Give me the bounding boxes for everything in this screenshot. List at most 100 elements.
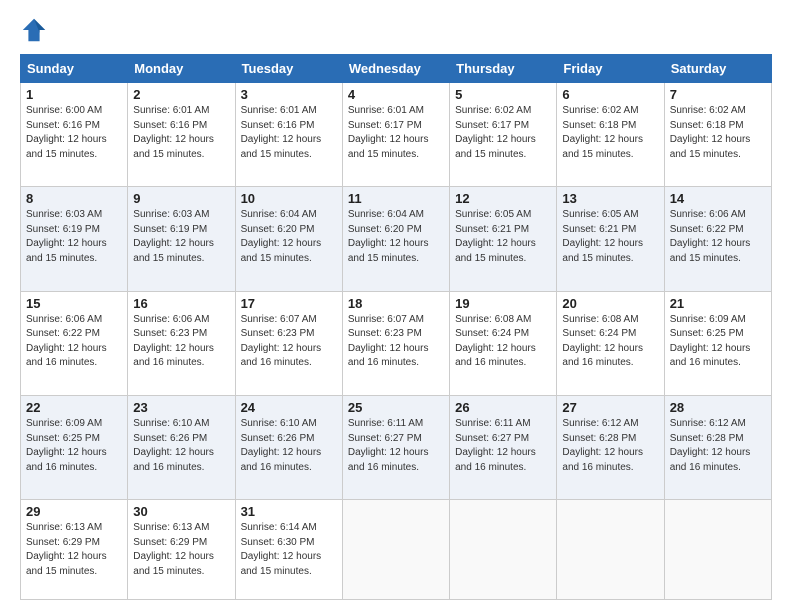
day-number: 7 bbox=[670, 87, 766, 102]
calendar-cell: 27Sunrise: 6:12 AMSunset: 6:28 PMDayligh… bbox=[557, 396, 664, 500]
day-header-sunday: Sunday bbox=[21, 55, 128, 83]
calendar-cell: 26 Sunrise: 6:11 AMSunset: 6:27 PMDayligh… bbox=[450, 396, 557, 500]
day-header-saturday: Saturday bbox=[664, 55, 771, 83]
day-number: 27 bbox=[562, 400, 658, 415]
day-number: 28 bbox=[670, 400, 766, 415]
day-number: 3 bbox=[241, 87, 337, 102]
calendar-cell: 24Sunrise: 6:10 AMSunset: 6:26 PMDayligh… bbox=[235, 396, 342, 500]
calendar-cell: 1 Sunrise: 6:00 AMSunset: 6:16 PMDaylight… bbox=[21, 83, 128, 187]
day-number: 10 bbox=[241, 191, 337, 206]
calendar-cell bbox=[557, 500, 664, 600]
day-info: Sunrise: 6:03 AMSunset: 6:19 PMDaylight:… bbox=[133, 208, 229, 266]
calendar-cell: 22 Sunrise: 6:09 AMSunset: 6:25 PMDayligh… bbox=[21, 396, 128, 500]
day-number: 12 bbox=[455, 191, 551, 206]
calendar-cell: 10 Sunrise: 6:04 AMSunset: 6:20 PMDayligh… bbox=[235, 187, 342, 291]
calendar-cell: 3 Sunrise: 6:01 AMSunset: 6:16 PMDaylight… bbox=[235, 83, 342, 187]
day-header-tuesday: Tuesday bbox=[235, 55, 342, 83]
day-info: Sunrise: 6:07 AMSunset: 6:23 PMDaylight:… bbox=[348, 313, 444, 371]
day-header-thursday: Thursday bbox=[450, 55, 557, 83]
day-number: 29 bbox=[26, 504, 122, 519]
calendar-cell: 13Sunrise: 6:05 AMSunset: 6:21 PMDayligh… bbox=[557, 187, 664, 291]
calendar-cell: 31 Sunrise: 6:14 AMSunset: 6:30 PMDayligh… bbox=[235, 500, 342, 600]
day-info: Sunrise: 6:09 AMSunset: 6:25 PMDaylight:… bbox=[670, 313, 766, 371]
calendar-cell: 30 Sunrise: 6:13 AMSunset: 6:29 PMDayligh… bbox=[128, 500, 235, 600]
day-number: 16 bbox=[133, 296, 229, 311]
day-number: 20 bbox=[562, 296, 658, 311]
day-number: 30 bbox=[133, 504, 229, 519]
calendar-header-row: SundayMondayTuesdayWednesdayThursdayFrid… bbox=[21, 55, 772, 83]
logo-icon bbox=[20, 16, 48, 44]
calendar-cell: 6Sunrise: 6:02 AMSunset: 6:18 PMDaylight… bbox=[557, 83, 664, 187]
calendar-cell bbox=[664, 500, 771, 600]
calendar-cell: 17Sunrise: 6:07 AMSunset: 6:23 PMDayligh… bbox=[235, 291, 342, 395]
day-number: 4 bbox=[348, 87, 444, 102]
day-info: Sunrise: 6:04 AMSunset: 6:20 PMDaylight:… bbox=[241, 208, 337, 266]
calendar-cell: 19 Sunrise: 6:08 AMSunset: 6:24 PMDayligh… bbox=[450, 291, 557, 395]
calendar-week-3: 15 Sunrise: 6:06 AMSunset: 6:22 PMDayligh… bbox=[21, 291, 772, 395]
header bbox=[20, 16, 772, 44]
day-info: Sunrise: 6:06 AMSunset: 6:22 PMDaylight:… bbox=[26, 313, 122, 371]
calendar-cell: 21 Sunrise: 6:09 AMSunset: 6:25 PMDayligh… bbox=[664, 291, 771, 395]
day-info: Sunrise: 6:01 AMSunset: 6:16 PMDaylight:… bbox=[133, 104, 229, 162]
day-number: 22 bbox=[26, 400, 122, 415]
day-number: 21 bbox=[670, 296, 766, 311]
calendar-cell: 23Sunrise: 6:10 AMSunset: 6:26 PMDayligh… bbox=[128, 396, 235, 500]
calendar-cell: 12 Sunrise: 6:05 AMSunset: 6:21 PMDayligh… bbox=[450, 187, 557, 291]
day-info: Sunrise: 6:13 AMSunset: 6:29 PMDaylight:… bbox=[26, 521, 122, 579]
day-info: Sunrise: 6:09 AMSunset: 6:25 PMDaylight:… bbox=[26, 417, 122, 475]
day-info: Sunrise: 6:06 AMSunset: 6:22 PMDaylight:… bbox=[670, 208, 766, 266]
calendar-table: SundayMondayTuesdayWednesdayThursdayFrid… bbox=[20, 54, 772, 600]
day-header-friday: Friday bbox=[557, 55, 664, 83]
day-number: 26 bbox=[455, 400, 551, 415]
day-info: Sunrise: 6:12 AMSunset: 6:28 PMDaylight:… bbox=[670, 417, 766, 475]
calendar-cell: 8 Sunrise: 6:03 AMSunset: 6:19 PMDaylight… bbox=[21, 187, 128, 291]
calendar-week-4: 22 Sunrise: 6:09 AMSunset: 6:25 PMDayligh… bbox=[21, 396, 772, 500]
day-info: Sunrise: 6:02 AMSunset: 6:18 PMDaylight:… bbox=[670, 104, 766, 162]
calendar-cell: 15 Sunrise: 6:06 AMSunset: 6:22 PMDayligh… bbox=[21, 291, 128, 395]
day-number: 2 bbox=[133, 87, 229, 102]
day-info: Sunrise: 6:14 AMSunset: 6:30 PMDaylight:… bbox=[241, 521, 337, 579]
calendar-cell: 20Sunrise: 6:08 AMSunset: 6:24 PMDayligh… bbox=[557, 291, 664, 395]
day-number: 6 bbox=[562, 87, 658, 102]
day-header-monday: Monday bbox=[128, 55, 235, 83]
calendar-week-2: 8 Sunrise: 6:03 AMSunset: 6:19 PMDaylight… bbox=[21, 187, 772, 291]
calendar-cell: 14 Sunrise: 6:06 AMSunset: 6:22 PMDayligh… bbox=[664, 187, 771, 291]
day-number: 8 bbox=[26, 191, 122, 206]
calendar-cell: 11Sunrise: 6:04 AMSunset: 6:20 PMDayligh… bbox=[342, 187, 449, 291]
day-info: Sunrise: 6:13 AMSunset: 6:29 PMDaylight:… bbox=[133, 521, 229, 579]
day-info: Sunrise: 6:01 AMSunset: 6:17 PMDaylight:… bbox=[348, 104, 444, 162]
calendar-cell: 16 Sunrise: 6:06 AMSunset: 6:23 PMDayligh… bbox=[128, 291, 235, 395]
day-info: Sunrise: 6:02 AMSunset: 6:17 PMDaylight:… bbox=[455, 104, 551, 162]
day-info: Sunrise: 6:07 AMSunset: 6:23 PMDaylight:… bbox=[241, 313, 337, 371]
logo bbox=[20, 16, 52, 44]
calendar-cell: 9 Sunrise: 6:03 AMSunset: 6:19 PMDaylight… bbox=[128, 187, 235, 291]
calendar-cell: 29 Sunrise: 6:13 AMSunset: 6:29 PMDayligh… bbox=[21, 500, 128, 600]
day-number: 31 bbox=[241, 504, 337, 519]
calendar-week-5: 29 Sunrise: 6:13 AMSunset: 6:29 PMDayligh… bbox=[21, 500, 772, 600]
page: SundayMondayTuesdayWednesdayThursdayFrid… bbox=[0, 0, 792, 612]
day-info: Sunrise: 6:10 AMSunset: 6:26 PMDaylight:… bbox=[133, 417, 229, 475]
calendar-week-1: 1 Sunrise: 6:00 AMSunset: 6:16 PMDaylight… bbox=[21, 83, 772, 187]
day-number: 1 bbox=[26, 87, 122, 102]
day-number: 14 bbox=[670, 191, 766, 206]
day-number: 19 bbox=[455, 296, 551, 311]
day-info: Sunrise: 6:08 AMSunset: 6:24 PMDaylight:… bbox=[455, 313, 551, 371]
day-number: 5 bbox=[455, 87, 551, 102]
day-info: Sunrise: 6:06 AMSunset: 6:23 PMDaylight:… bbox=[133, 313, 229, 371]
calendar-cell: 4 Sunrise: 6:01 AMSunset: 6:17 PMDaylight… bbox=[342, 83, 449, 187]
day-info: Sunrise: 6:11 AMSunset: 6:27 PMDaylight:… bbox=[455, 417, 551, 475]
calendar-cell bbox=[342, 500, 449, 600]
day-info: Sunrise: 6:00 AMSunset: 6:16 PMDaylight:… bbox=[26, 104, 122, 162]
day-info: Sunrise: 6:05 AMSunset: 6:21 PMDaylight:… bbox=[455, 208, 551, 266]
day-number: 25 bbox=[348, 400, 444, 415]
calendar-cell bbox=[450, 500, 557, 600]
day-number: 18 bbox=[348, 296, 444, 311]
calendar-cell: 18 Sunrise: 6:07 AMSunset: 6:23 PMDayligh… bbox=[342, 291, 449, 395]
day-number: 9 bbox=[133, 191, 229, 206]
calendar-cell: 28 Sunrise: 6:12 AMSunset: 6:28 PMDayligh… bbox=[664, 396, 771, 500]
day-info: Sunrise: 6:01 AMSunset: 6:16 PMDaylight:… bbox=[241, 104, 337, 162]
day-number: 24 bbox=[241, 400, 337, 415]
day-info: Sunrise: 6:04 AMSunset: 6:20 PMDaylight:… bbox=[348, 208, 444, 266]
day-info: Sunrise: 6:03 AMSunset: 6:19 PMDaylight:… bbox=[26, 208, 122, 266]
day-number: 15 bbox=[26, 296, 122, 311]
